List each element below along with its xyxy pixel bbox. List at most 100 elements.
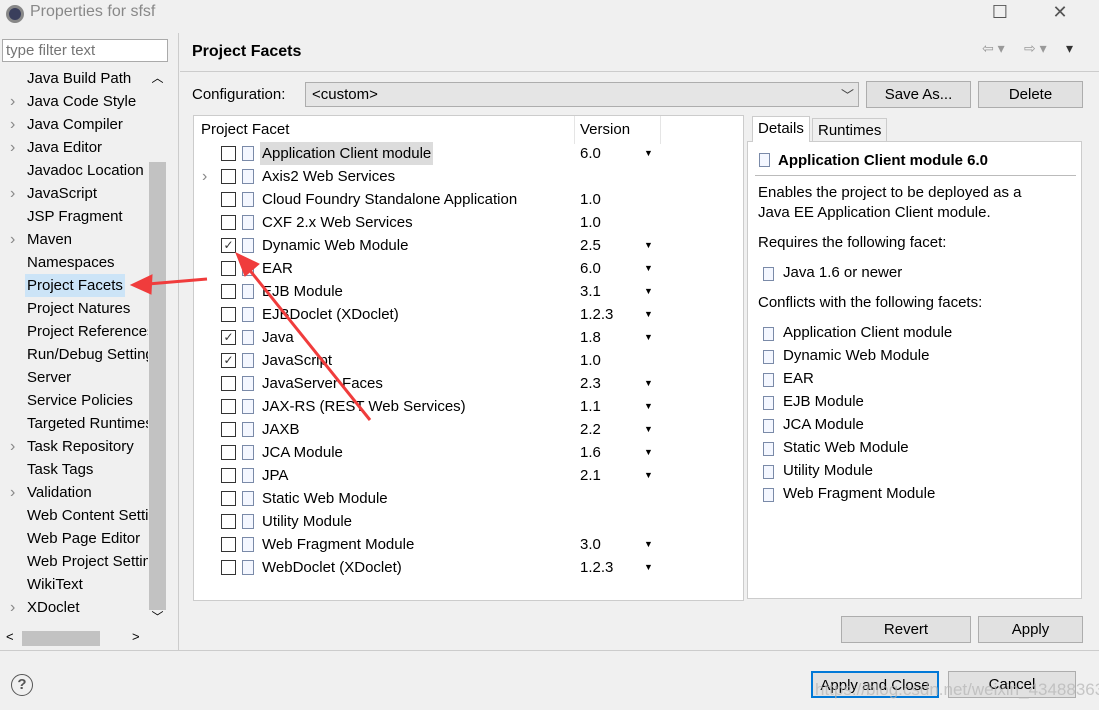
facet-checkbox[interactable] — [221, 445, 236, 460]
version-dropdown-icon[interactable]: ▼ — [644, 395, 653, 418]
tree-item[interactable]: Java Compiler — [27, 113, 123, 136]
facet-checkbox[interactable] — [221, 514, 236, 529]
tree-item[interactable]: Web Content Settings — [27, 504, 148, 527]
facet-row[interactable]: Cloud Foundry Standalone Application 1.0 — [194, 188, 743, 211]
facet-checkbox[interactable] — [221, 422, 236, 437]
tree-item[interactable]: Web Project Settings — [27, 550, 148, 573]
close-button[interactable]: ✕ — [1045, 2, 1075, 23]
delete-button[interactable]: Delete — [978, 81, 1083, 108]
tree-item[interactable]: Javadoc Location — [27, 159, 144, 182]
facet-row[interactable]: ✓ Dynamic Web Module 2.5 ▼ — [194, 234, 743, 257]
tree-item[interactable]: Service Policies — [27, 389, 133, 412]
facet-checkbox[interactable] — [221, 376, 236, 391]
tree-item[interactable]: Java Code Style — [27, 90, 136, 113]
facet-checkbox[interactable]: ✓ — [221, 330, 236, 345]
tree-item[interactable]: Server — [27, 366, 71, 389]
facet-checkbox[interactable] — [221, 169, 236, 184]
tree-item[interactable]: Namespaces — [27, 251, 115, 274]
facet-checkbox[interactable] — [221, 491, 236, 506]
column-header-facet[interactable]: Project Facet — [201, 121, 289, 138]
version-dropdown-icon[interactable]: ▼ — [644, 441, 653, 464]
facet-row[interactable]: CXF 2.x Web Services 1.0 — [194, 211, 743, 234]
facet-row[interactable]: EJB Module 3.1 ▼ — [194, 280, 743, 303]
facet-row[interactable]: ✓ JavaScript 1.0 — [194, 349, 743, 372]
expand-icon[interactable]: › — [10, 90, 15, 113]
tree-item[interactable]: Maven — [27, 228, 72, 251]
scroll-left-icon[interactable]: < — [6, 629, 14, 644]
scroll-down-icon[interactable]: ﹀ — [148, 608, 167, 625]
facet-row[interactable]: › Axis2 Web Services — [194, 165, 743, 188]
tree-item[interactable]: JSP Fragment — [27, 205, 123, 228]
version-dropdown-icon[interactable]: ▼ — [644, 326, 653, 349]
tab-runtimes[interactable]: Runtimes — [812, 118, 888, 142]
expand-icon[interactable]: › — [10, 596, 15, 619]
version-dropdown-icon[interactable]: ▼ — [644, 257, 653, 280]
facet-checkbox[interactable]: ✓ — [221, 238, 236, 253]
version-dropdown-icon[interactable]: ▼ — [644, 142, 653, 165]
facet-row[interactable]: Utility Module — [194, 510, 743, 533]
facet-row[interactable]: JAXB 2.2 ▼ — [194, 418, 743, 441]
back-icon[interactable]: ⇦ ▾ — [982, 40, 1005, 57]
expand-icon[interactable]: › — [10, 228, 15, 251]
scroll-right-icon[interactable]: > — [132, 629, 140, 644]
scroll-up-icon[interactable]: ︿ — [148, 67, 167, 86]
facet-checkbox[interactable]: ✓ — [221, 353, 236, 368]
version-dropdown-icon[interactable]: ▼ — [644, 372, 653, 395]
version-dropdown-icon[interactable]: ▼ — [644, 464, 653, 487]
facet-checkbox[interactable] — [221, 307, 236, 322]
tree-item[interactable]: Task Repository — [27, 435, 134, 458]
facet-row[interactable]: WebDoclet (XDoclet) 1.2.3 ▼ — [194, 556, 743, 579]
expand-icon[interactable]: › — [10, 113, 15, 136]
menu-icon[interactable]: ▾ — [1066, 40, 1073, 57]
version-dropdown-icon[interactable]: ▼ — [644, 234, 653, 257]
forward-icon[interactable]: ⇨ ▾ — [1024, 40, 1047, 57]
version-dropdown-icon[interactable]: ▼ — [644, 533, 653, 556]
tree-item[interactable]: Project Facets — [25, 274, 125, 297]
tree-item[interactable]: Run/Debug Settings — [27, 343, 148, 366]
tree-hscroll-thumb[interactable] — [22, 631, 100, 646]
expand-icon[interactable]: › — [10, 481, 15, 504]
version-dropdown-icon[interactable]: ▼ — [644, 556, 653, 579]
tree-item[interactable]: Project References — [27, 320, 148, 343]
facet-row[interactable]: Static Web Module — [194, 487, 743, 510]
facet-checkbox[interactable] — [221, 261, 236, 276]
facet-row[interactable]: Web Fragment Module 3.0 ▼ — [194, 533, 743, 556]
facet-checkbox[interactable] — [221, 468, 236, 483]
expand-icon[interactable]: › — [10, 136, 15, 159]
tree-item[interactable]: Validation — [27, 481, 92, 504]
facet-checkbox[interactable] — [221, 215, 236, 230]
tree-item[interactable]: Java Build Path — [27, 67, 131, 90]
expand-icon[interactable]: › — [10, 435, 15, 458]
facet-checkbox[interactable] — [221, 537, 236, 552]
expand-icon[interactable]: › — [202, 165, 207, 188]
tree-item[interactable]: Project Natures — [27, 297, 130, 320]
facet-checkbox[interactable] — [221, 284, 236, 299]
tree-item[interactable]: Targeted Runtimes — [27, 412, 148, 435]
expand-icon[interactable]: › — [10, 182, 15, 205]
tree-item[interactable]: WikiText — [27, 573, 83, 596]
version-dropdown-icon[interactable]: ▼ — [644, 303, 653, 326]
tree-item[interactable]: XDoclet — [27, 596, 80, 619]
tree-item[interactable]: JavaScript — [27, 182, 97, 205]
tree-item[interactable]: Task Tags — [27, 458, 93, 481]
facet-row[interactable]: EAR 6.0 ▼ — [194, 257, 743, 280]
version-dropdown-icon[interactable]: ▼ — [644, 280, 653, 303]
facet-row[interactable]: Application Client module 6.0 ▼ — [194, 142, 743, 165]
facet-checkbox[interactable] — [221, 399, 236, 414]
tree-item[interactable]: Java Editor — [27, 136, 102, 159]
version-dropdown-icon[interactable]: ▼ — [644, 418, 653, 441]
facet-row[interactable]: JavaServer Faces 2.3 ▼ — [194, 372, 743, 395]
facet-row[interactable]: JCA Module 1.6 ▼ — [194, 441, 743, 464]
tree-item[interactable]: Web Page Editor — [27, 527, 140, 550]
configuration-select[interactable]: <custom> ﹀ — [305, 82, 859, 107]
facet-row[interactable]: JAX-RS (REST Web Services) 1.1 ▼ — [194, 395, 743, 418]
tab-details[interactable]: Details — [752, 116, 810, 142]
revert-button[interactable]: Revert — [841, 616, 971, 643]
facet-row[interactable]: EJBDoclet (XDoclet) 1.2.3 ▼ — [194, 303, 743, 326]
filter-input[interactable] — [2, 39, 168, 62]
save-as-button[interactable]: Save As... — [866, 81, 971, 108]
facet-row[interactable]: JPA 2.1 ▼ — [194, 464, 743, 487]
facet-checkbox[interactable] — [221, 146, 236, 161]
facet-checkbox[interactable] — [221, 192, 236, 207]
column-header-version[interactable]: Version — [580, 121, 630, 138]
